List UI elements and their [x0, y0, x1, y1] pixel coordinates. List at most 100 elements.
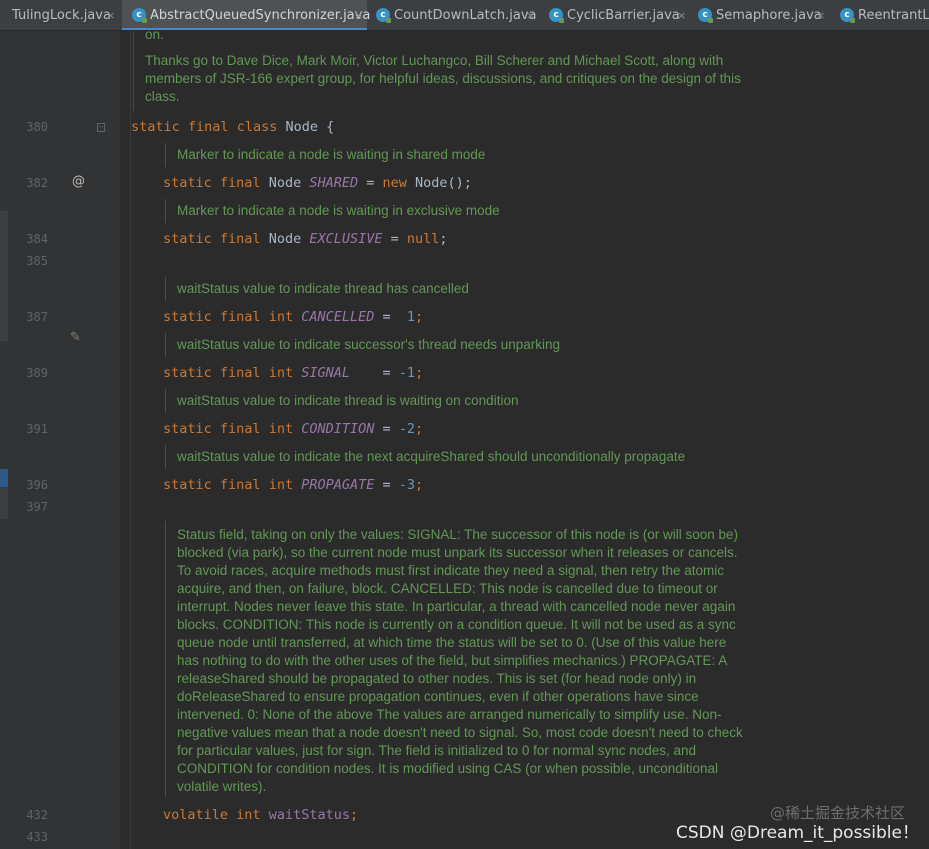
tab-label: ReentrantLo [858, 8, 929, 23]
doc-comment-line: class. [145, 89, 180, 104]
line-number: 384 [26, 232, 48, 246]
keyword-null: null [406, 231, 440, 247]
keyword-final: final [219, 365, 261, 381]
keyword-int: int [268, 421, 294, 437]
doc-bar [165, 199, 166, 223]
constant-signal: SIGNAL [301, 365, 351, 381]
code-line-exclusive: static final Node EXCLUSIVE = null; [163, 231, 448, 247]
class-icon: c [132, 8, 147, 23]
doc-comment-line: blocks. CONDITION: This node is currentl… [177, 617, 736, 632]
doc-comment-line: CONDITION for condition nodes. It is mod… [177, 761, 719, 776]
doc-comment-line: To avoid races, acquire methods must fir… [177, 563, 725, 578]
doc-comment-line: releaseShared should be propagated to ot… [177, 671, 697, 686]
tab-cyclicbarrier[interactable]: c CyclicBarrier.java × [541, 0, 689, 30]
doc-bar [165, 389, 166, 413]
keyword-final: final [219, 477, 261, 493]
tab-semaphore[interactable]: c Semaphore.java × [690, 0, 835, 30]
annotation-at-icon[interactable]: @ [72, 174, 85, 189]
line-number: 433 [26, 830, 48, 844]
keyword-new: new [382, 175, 407, 191]
doc-comment-line: blocked (via park), so the current node … [177, 545, 738, 560]
doc-comment-line: for particular values, just for sign. Th… [177, 743, 697, 758]
line-number: 382 [26, 176, 48, 190]
doc-comment-line: Thanks go to Dave Dice, Mark Moir, Victo… [145, 53, 724, 68]
keyword-int: int [236, 807, 261, 823]
tab-label: CountDownLatch.java [394, 8, 537, 23]
class-icon: c [549, 8, 564, 23]
doc-bar [133, 31, 134, 111]
strip-marker-active [0, 469, 8, 487]
class-icon: c [376, 8, 391, 23]
code-line-condition: static final int CONDITION = -2; [163, 421, 423, 437]
line-number: 391 [26, 422, 48, 436]
keyword-int: int [268, 477, 294, 493]
constant-propagate: PROPAGATE [301, 477, 375, 493]
number-literal: 1 [406, 309, 416, 325]
line-number: 432 [26, 808, 48, 822]
keyword-static: static [163, 477, 212, 493]
semicolon: ; [415, 365, 424, 381]
operator-assign: = [382, 231, 407, 247]
close-icon[interactable]: × [106, 0, 115, 30]
constructor-call: Node(); [406, 175, 472, 191]
semicolon: ; [415, 421, 424, 437]
doc-bar [165, 521, 166, 797]
watermark-csdn: CSDN @Dream_it_possible！ [675, 823, 919, 843]
doc-comment-line: Marker to indicate a node is waiting in … [177, 203, 500, 218]
pencil-icon[interactable]: ✎ [70, 330, 81, 345]
class-icon: c [698, 8, 713, 23]
keyword-static: static [163, 231, 212, 247]
strip-marker [0, 211, 8, 341]
code-editor[interactable]: on. Thanks go to Dave Dice, Mark Moir, V… [120, 27, 929, 849]
doc-comment-line: waitStatus value to indicate thread is w… [177, 393, 519, 408]
doc-bar [165, 445, 166, 469]
doc-bar [165, 143, 166, 167]
doc-bar [165, 333, 166, 357]
fold-toggle-icon[interactable]: − [97, 123, 105, 132]
tab-label: TulingLock.java [12, 8, 111, 23]
close-icon[interactable]: × [354, 0, 363, 30]
doc-comment-line: has nothing to do with the other uses of… [177, 653, 728, 668]
type-node: Node [260, 231, 310, 247]
keyword-static: static [131, 119, 180, 135]
close-icon[interactable]: × [816, 0, 825, 30]
keyword-static: static [163, 175, 212, 191]
tab-tulinglock[interactable]: TulingLock.java × [0, 0, 120, 30]
constant-exclusive: EXCLUSIVE [309, 231, 383, 247]
number-literal: -3 [398, 477, 416, 493]
semicolon: ; [415, 477, 424, 493]
keyword-static: static [163, 365, 212, 381]
status-doc-comment: Status field, taking on only the values:… [177, 526, 743, 796]
doc-comment-line: interrupt. Nodes never leave this state.… [177, 599, 736, 614]
line-number: 397 [26, 500, 48, 514]
number-literal: -2 [398, 421, 416, 437]
doc-comment-line: intervened. 0: None of the above The val… [177, 707, 722, 722]
keyword-final: final [187, 119, 229, 135]
code-line-waitstatus: volatile int waitStatus; [163, 807, 358, 823]
line-number: 380 [26, 120, 48, 134]
doc-comment-line: waitStatus value to indicate thread has … [177, 281, 469, 296]
close-icon[interactable]: × [677, 0, 686, 30]
tab-reentrantlock[interactable]: c ReentrantLo [836, 0, 929, 30]
operator-assign: = [358, 175, 383, 191]
doc-comment-line: waitStatus value to indicate the next ac… [177, 449, 686, 464]
number-literal: -1 [398, 365, 416, 381]
operator-assign: = [374, 421, 399, 437]
line-number-gutter: 380 382 384 385 387 389 391 396 397 432 … [8, 31, 120, 849]
doc-comment-line: Marker to indicate a node is waiting in … [177, 147, 486, 162]
tab-label: CyclicBarrier.java [567, 8, 680, 23]
tab-countdownlatch[interactable]: c CountDownLatch.java × [368, 0, 540, 30]
tab-label: Semaphore.java [716, 8, 822, 23]
indent-guide [130, 31, 131, 849]
keyword-int: int [268, 309, 294, 325]
line-number: 389 [26, 366, 48, 380]
keyword-final: final [219, 231, 261, 247]
line-number: 385 [26, 254, 48, 268]
doc-comment-line: doReleaseShared to ensure propagation co… [177, 689, 699, 704]
keyword-volatile: volatile [163, 807, 229, 823]
code-line-cancelled: static final int CANCELLED = 1; [163, 309, 423, 325]
class-icon: c [840, 8, 855, 23]
type-node: Node [260, 175, 310, 191]
operator-assign: = [374, 477, 399, 493]
close-icon[interactable]: × [526, 0, 535, 30]
